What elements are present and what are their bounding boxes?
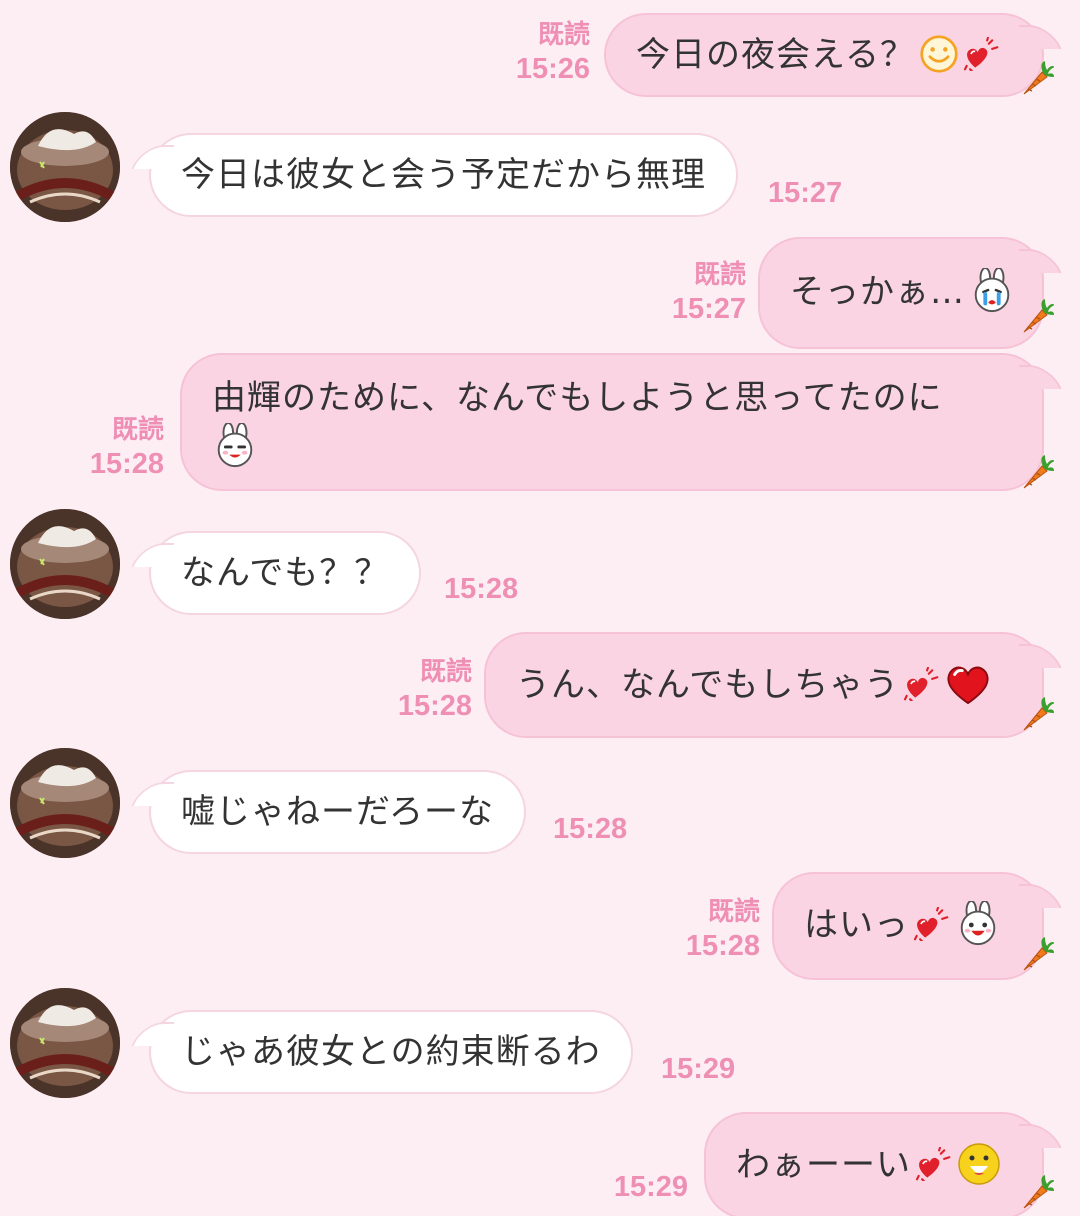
message-bubble[interactable]: 今日は彼女と会う予定だから無理 xyxy=(149,133,738,217)
heart-sticker-icon xyxy=(963,37,1001,71)
message-meta: 既読 15:28 xyxy=(90,413,164,481)
happy-bunny-emoji-icon xyxy=(955,901,1001,947)
message-meta: 15:29 xyxy=(614,1170,688,1204)
heart-sticker-icon xyxy=(913,907,951,941)
message-bubble[interactable]: はいっ xyxy=(772,872,1044,980)
message-time: 15:28 xyxy=(89,448,164,480)
message-bubble[interactable]: 嘘じゃねーだろーな xyxy=(149,770,526,854)
message-bubble[interactable]: 由輝のために、なんでもしようと思ってたのに xyxy=(180,353,1044,491)
message-time: 15:29 xyxy=(661,1053,736,1085)
message-bubble[interactable]: じゃあ彼女との約束断るわ xyxy=(149,1010,633,1094)
avatar[interactable] xyxy=(10,988,120,1098)
carrot-icon xyxy=(1014,58,1054,98)
message-time: 15:28 xyxy=(444,573,519,605)
read-receipt: 既読 xyxy=(707,897,760,927)
message-text: なんでも？？ xyxy=(181,553,390,593)
carrot-icon xyxy=(1014,934,1054,974)
read-receipt: 既読 xyxy=(419,657,472,687)
message-text: そっかぁ… xyxy=(790,272,965,312)
heart-sticker-icon xyxy=(915,1147,953,1181)
read-receipt: 既読 xyxy=(693,260,746,290)
message-time: 15:26 xyxy=(515,53,590,85)
carrot-icon xyxy=(1014,296,1054,336)
smile-emoji-icon xyxy=(919,34,959,74)
smug-bunny-emoji-icon xyxy=(212,423,258,469)
message-meta: 既読 15:28 xyxy=(686,895,760,963)
message-text: 今日の夜会える？ xyxy=(636,35,915,75)
message-bubble[interactable]: なんでも？？ xyxy=(149,531,422,615)
message-time: 15:28 xyxy=(397,690,472,722)
message-text: うん、なんでもしちゃう xyxy=(516,665,900,705)
avatar[interactable] xyxy=(10,509,120,619)
message-meta: 既読 15:28 xyxy=(398,655,472,723)
message-text: わぁーーい xyxy=(736,1145,911,1185)
message-text: 由輝のために、なんでもしようと思ってたのに xyxy=(212,378,943,418)
message-time: 15:27 xyxy=(768,177,843,209)
message-text: 嘘じゃねーだろーな xyxy=(181,792,494,832)
avatar-photo-icon xyxy=(10,509,120,619)
avatar-photo-icon xyxy=(10,112,120,222)
red-heart-icon xyxy=(945,663,991,705)
message-time: 15:28 xyxy=(553,813,628,845)
message-time: 15:29 xyxy=(613,1171,688,1203)
message-meta: 既読 15:26 xyxy=(516,18,590,86)
message-meta: 既読 15:27 xyxy=(672,258,746,326)
avatar-photo-icon xyxy=(10,748,120,858)
read-receipt: 既読 xyxy=(111,415,164,445)
carrot-icon xyxy=(1014,694,1054,734)
message-time: 15:28 xyxy=(685,930,760,962)
message-text: 今日は彼女と会う予定だから無理 xyxy=(181,155,706,195)
avatar[interactable] xyxy=(10,748,120,858)
avatar-photo-icon xyxy=(10,988,120,1098)
message-time: 15:27 xyxy=(671,293,746,325)
grinning-face-icon xyxy=(957,1142,1001,1186)
message-bubble[interactable]: わぁーーい xyxy=(704,1112,1044,1216)
message-text: じゃあ彼女との約束断るわ xyxy=(181,1032,601,1072)
message-text: はいっ xyxy=(804,905,909,945)
message-bubble[interactable]: 今日の夜会える？ xyxy=(604,13,1044,97)
avatar[interactable] xyxy=(10,112,120,222)
carrot-icon xyxy=(1014,452,1054,492)
read-receipt: 既読 xyxy=(537,20,590,50)
chat-view: 既読 15:26 今日の夜会える？ 今日は彼女と会う予定だから無理 15:27 … xyxy=(0,0,1080,1216)
crying-bunny-emoji-icon xyxy=(969,268,1015,314)
message-bubble[interactable]: そっかぁ… xyxy=(758,237,1044,349)
message-bubble[interactable]: うん、なんでもしちゃう xyxy=(484,632,1044,738)
heart-sticker-icon xyxy=(903,667,941,701)
carrot-icon xyxy=(1014,1172,1054,1212)
